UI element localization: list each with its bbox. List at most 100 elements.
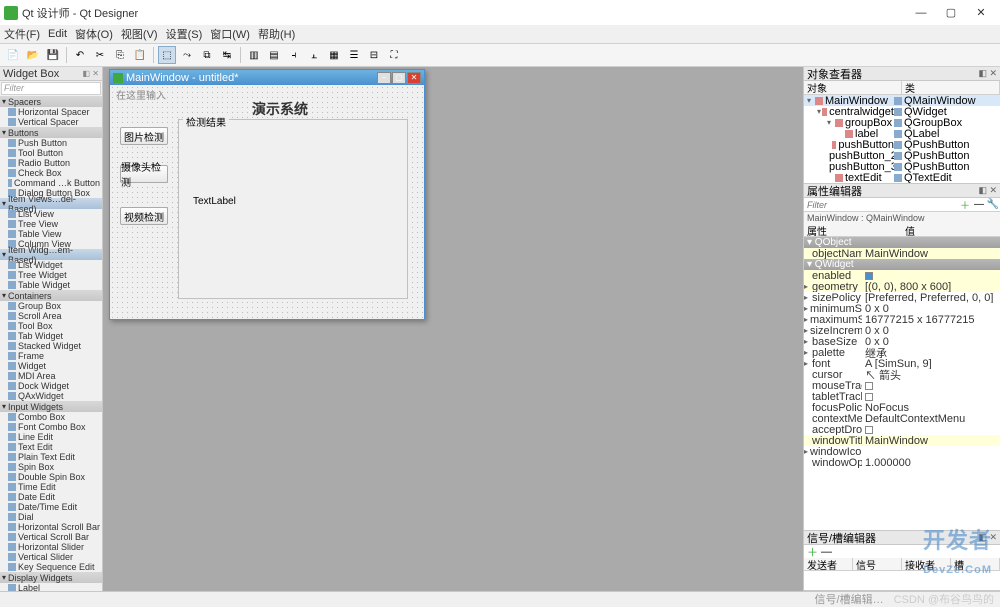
button-image-detect[interactable]: 图片检测 <box>120 127 168 145</box>
demo-heading[interactable]: 演示系统 <box>210 99 350 119</box>
widget-item[interactable]: Spin Box <box>0 462 102 472</box>
property-row[interactable]: enabled <box>804 270 1000 281</box>
minimize-button[interactable]: — <box>906 3 936 23</box>
button-video-detect[interactable]: 视频检测 <box>120 207 168 225</box>
property-row[interactable]: windowOp...1.000000 <box>804 457 1000 468</box>
layout-hsplit-icon[interactable]: ⫞ <box>285 46 303 64</box>
widget-item[interactable]: Horizontal Spacer <box>0 107 102 117</box>
widget-item[interactable]: Tree View <box>0 219 102 229</box>
menu-placeholder[interactable]: 在这里输入 <box>116 87 166 102</box>
prop-col-value[interactable]: 值 <box>902 224 1000 236</box>
widget-item[interactable]: Label <box>0 583 102 591</box>
menu-item[interactable]: 帮助(H) <box>258 26 295 42</box>
property-row[interactable]: ▸maximumS...16777215 x 16777215 <box>804 314 1000 325</box>
undo-icon[interactable]: ↶ <box>71 46 89 64</box>
property-row[interactable]: ▸minimumSi...0 x 0 <box>804 303 1000 314</box>
menu-item[interactable]: 窗口(W) <box>210 26 250 42</box>
widget-item[interactable]: Frame <box>0 351 102 361</box>
result-groupbox[interactable]: 检测结果 TextLabel <box>178 119 408 299</box>
layout-break-icon[interactable]: ⊟ <box>365 46 383 64</box>
widget-item[interactable]: Date/Time Edit <box>0 502 102 512</box>
widget-item[interactable]: Radio Button <box>0 158 102 168</box>
widget-item[interactable]: Line Edit <box>0 432 102 442</box>
widget-item[interactable]: Plain Text Edit <box>0 452 102 462</box>
widget-category[interactable]: ▾Item Widg…em-Based) <box>0 249 102 260</box>
menu-item[interactable]: 窗体(O) <box>75 26 113 42</box>
widget-item[interactable]: Combo Box <box>0 412 102 422</box>
edit-widgets-icon[interactable]: ⬚ <box>158 46 176 64</box>
edit-buddies-icon[interactable]: ⧉ <box>198 46 216 64</box>
property-row[interactable]: focusPolicyNoFocus <box>804 402 1000 413</box>
dock-controls[interactable]: ◧ ✕ <box>83 69 99 78</box>
form-minimize-button[interactable]: – <box>377 72 391 84</box>
edit-tab-icon[interactable]: ↹ <box>218 46 236 64</box>
property-row[interactable]: ▸sizeIncrem...0 x 0 <box>804 325 1000 336</box>
layout-v-icon[interactable]: ▤ <box>265 46 283 64</box>
adjust-size-icon[interactable]: ⛶ <box>385 46 403 64</box>
obj-col-class[interactable]: 类 <box>902 81 1000 94</box>
widget-item[interactable]: Dock Widget <box>0 381 102 391</box>
widget-item[interactable]: Check Box <box>0 168 102 178</box>
widget-item[interactable]: Widget <box>0 361 102 371</box>
form-window[interactable]: MainWindow - untitled* – ▢ ✕ 在这里输入 演示系统 … <box>109 69 425 320</box>
widget-category[interactable]: ▾Input Widgets <box>0 401 102 412</box>
property-row[interactable]: objectNameMainWindow <box>804 248 1000 259</box>
widget-item[interactable]: MDI Area <box>0 371 102 381</box>
object-row[interactable]: ▾centralwidgetQWidget <box>804 106 1000 117</box>
property-group[interactable]: ▾ QObject <box>804 237 1000 248</box>
widget-item[interactable]: Dial <box>0 512 102 522</box>
new-icon[interactable]: 📄 <box>4 46 22 64</box>
button-camera-detect[interactable]: 摄像头检测 <box>120 165 168 183</box>
sig-col[interactable]: 接收者 <box>902 558 951 570</box>
property-group[interactable]: ▾ QWidget <box>804 259 1000 270</box>
open-icon[interactable]: 📂 <box>24 46 42 64</box>
property-row[interactable]: windowTitleMainWindow <box>804 435 1000 446</box>
dock-controls[interactable]: ◧ ✕ <box>978 185 997 196</box>
menu-item[interactable]: 视图(V) <box>121 26 158 42</box>
signal-slot-editor[interactable]: ＋ — 发送者信号接收者槽 <box>804 545 1000 590</box>
object-row[interactable]: labelQLabel <box>804 128 1000 139</box>
widget-item[interactable]: Vertical Spacer <box>0 117 102 127</box>
layout-vsplit-icon[interactable]: ⫠ <box>305 46 323 64</box>
object-row[interactable]: pushButton_3QPushButton <box>804 161 1000 172</box>
object-row[interactable]: ▾groupBoxQGroupBox <box>804 117 1000 128</box>
widget-filter[interactable]: Filter <box>1 82 101 95</box>
object-row[interactable]: pushButton_2QPushButton <box>804 150 1000 161</box>
text-label[interactable]: TextLabel <box>193 196 236 207</box>
paste-icon[interactable]: 📋 <box>131 46 149 64</box>
widget-item[interactable]: Font Combo Box <box>0 422 102 432</box>
object-row[interactable]: pushButtonQPushButton <box>804 139 1000 150</box>
object-row[interactable]: textEditQTextEdit <box>804 172 1000 183</box>
widget-category[interactable]: ▾Spacers <box>0 96 102 107</box>
dock-controls[interactable]: ◧ ✕ <box>978 532 997 543</box>
layout-form-icon[interactable]: ☰ <box>345 46 363 64</box>
object-row[interactable]: ▾MainWindowQMainWindow <box>804 95 1000 106</box>
add-property-icon[interactable]: ＋ <box>958 199 972 211</box>
remove-property-icon[interactable]: — <box>972 199 986 211</box>
prop-col-name[interactable]: 属性 <box>804 224 902 236</box>
cut-icon[interactable]: ✂ <box>91 46 109 64</box>
config-property-icon[interactable]: 🔧 <box>986 199 1000 211</box>
widget-item[interactable]: Vertical Slider <box>0 552 102 562</box>
widget-item[interactable]: Horizontal Scroll Bar <box>0 522 102 532</box>
widget-item[interactable]: Tool Box <box>0 321 102 331</box>
widget-item[interactable]: Group Box <box>0 301 102 311</box>
widget-item[interactable]: Table Widget <box>0 280 102 290</box>
widget-item[interactable]: Stacked Widget <box>0 341 102 351</box>
widget-item[interactable]: Command …k Button <box>0 178 102 188</box>
obj-col-object[interactable]: 对象 <box>804 81 902 94</box>
sig-col[interactable]: 信号 <box>853 558 902 570</box>
widget-category[interactable]: ▾Display Widgets <box>0 572 102 583</box>
widget-item[interactable]: Horizontal Slider <box>0 542 102 552</box>
form-maximize-button[interactable]: ▢ <box>392 72 406 84</box>
sig-col[interactable]: 槽 <box>951 558 1000 570</box>
layout-grid-icon[interactable]: ▦ <box>325 46 343 64</box>
property-row[interactable]: ▸windowIcon <box>804 446 1000 457</box>
form-close-button[interactable]: ✕ <box>407 72 421 84</box>
menu-item[interactable]: 设置(S) <box>166 26 203 42</box>
edit-signals-icon[interactable]: ⤳ <box>178 46 196 64</box>
widget-item[interactable]: QAxWidget <box>0 391 102 401</box>
widget-category[interactable]: ▾Buttons <box>0 127 102 138</box>
widget-category[interactable]: ▾Item Views…del-Based) <box>0 198 102 209</box>
layout-h-icon[interactable]: ▥ <box>245 46 263 64</box>
